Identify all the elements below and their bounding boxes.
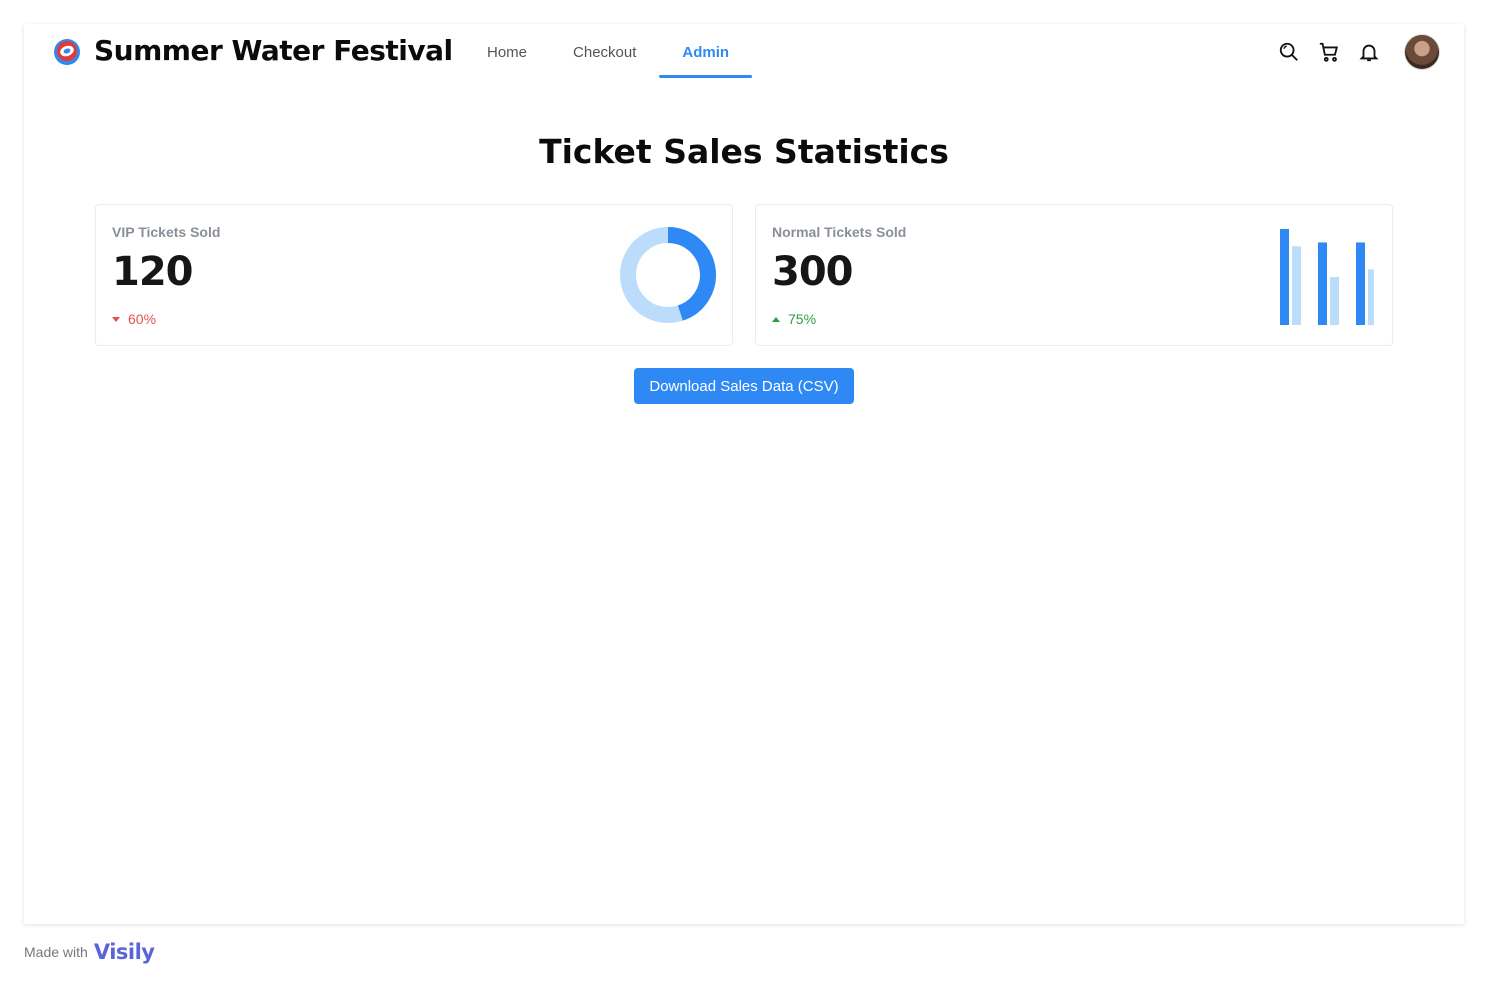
card-value: 300	[772, 249, 853, 295]
trend-down-icon	[112, 316, 120, 322]
avatar[interactable]	[1404, 34, 1440, 70]
nav-tab-label: Home	[487, 43, 528, 61]
donut-chart	[620, 227, 716, 323]
bar	[1330, 277, 1339, 325]
visily-logo[interactable]: Visily	[94, 940, 155, 964]
main-nav: Home Checkout Admin	[464, 24, 753, 80]
nav-tab-home[interactable]: Home	[464, 24, 550, 80]
change-indicator: 75%	[772, 311, 816, 327]
bar	[1356, 242, 1365, 325]
nav-tab-label: Checkout	[573, 43, 637, 61]
card-label: Normal Tickets Sold	[772, 224, 907, 240]
trend-up-icon	[772, 316, 780, 322]
app-frame: Summer Water Festival Home Checkout Admi…	[24, 24, 1464, 924]
card-value: 120	[112, 249, 193, 295]
bar	[1292, 246, 1301, 325]
cart-icon[interactable]	[1318, 41, 1340, 63]
bar	[1318, 242, 1327, 325]
bell-icon[interactable]	[1358, 41, 1380, 63]
download-csv-button[interactable]: Download Sales Data (CSV)	[634, 368, 854, 404]
footer: Made with Visily	[24, 940, 155, 964]
nav-tab-checkout[interactable]: Checkout	[550, 24, 659, 80]
normal-tickets-card: Normal Tickets Sold 300 75%	[755, 204, 1393, 346]
app-title: Summer Water Festival	[94, 34, 453, 67]
made-with-label: Made with	[24, 944, 88, 960]
donut-slice	[667, 227, 716, 321]
vip-tickets-card: VIP Tickets Sold 120 60%	[95, 204, 733, 346]
nav-tab-label: Admin	[682, 43, 730, 61]
card-label: VIP Tickets Sold	[112, 224, 221, 240]
bar	[1368, 269, 1374, 325]
header-actions	[1278, 34, 1440, 70]
active-tab-indicator	[659, 75, 753, 78]
page-title: Ticket Sales Statistics	[539, 132, 949, 171]
search-icon[interactable]	[1278, 41, 1300, 63]
change-value: 75%	[788, 311, 817, 327]
change-indicator: 60%	[112, 311, 156, 327]
bar	[1280, 229, 1289, 325]
nav-tab-admin[interactable]: Admin	[659, 24, 753, 80]
bar-chart	[1280, 229, 1374, 325]
festival-logo-icon[interactable]	[52, 37, 82, 67]
change-value: 60%	[128, 311, 157, 327]
top-header: Summer Water Festival Home Checkout Admi…	[24, 24, 1464, 80]
